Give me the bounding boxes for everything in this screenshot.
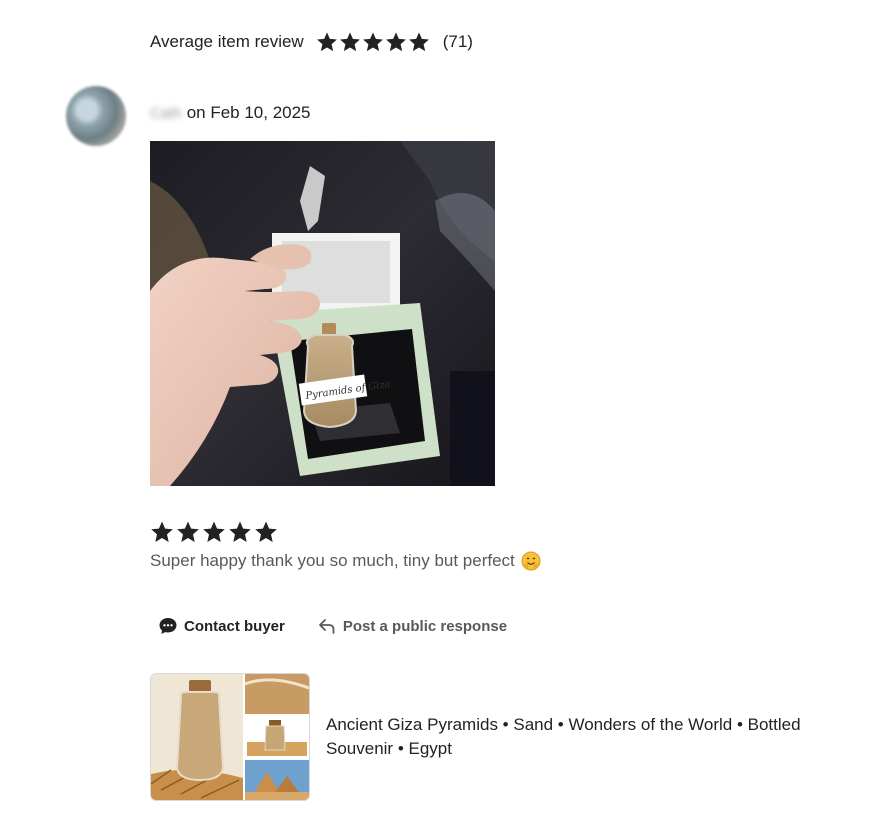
star-icon <box>316 31 338 53</box>
star-icon <box>339 31 361 53</box>
star-icon <box>150 520 174 544</box>
star-icon <box>385 31 407 53</box>
reviewed-item[interactable]: Ancient Giza Pyramids • Sand • Wonders o… <box>150 673 856 801</box>
reviewer-line: Cath on Feb 10, 2025 <box>150 100 311 126</box>
review-rating-stars <box>150 520 280 544</box>
review-body: Super happy thank you so much, tiny but … <box>150 551 515 570</box>
reviewer-name[interactable]: Cath <box>150 105 182 122</box>
contact-buyer-button[interactable]: Contact buyer <box>158 616 285 636</box>
review-date: on Feb 10, 2025 <box>186 103 311 122</box>
average-rating-stars <box>316 31 431 53</box>
post-public-response-button[interactable]: Post a public response <box>317 616 507 636</box>
chat-bubble-icon <box>158 616 178 636</box>
star-icon <box>202 520 226 544</box>
star-icon <box>254 520 278 544</box>
contact-buyer-label: Contact buyer <box>184 617 285 635</box>
reply-arrow-icon <box>317 616 337 636</box>
review-photo[interactable]: Pyramids of Giza <box>150 141 495 486</box>
star-icon <box>408 31 430 53</box>
avatar[interactable] <box>66 86 126 146</box>
star-icon <box>228 520 252 544</box>
star-icon <box>362 31 384 53</box>
post-public-response-label: Post a public response <box>342 617 508 635</box>
average-review-summary: Average item review (71) <box>150 28 473 56</box>
star-icon <box>176 520 200 544</box>
review-text: Super happy thank you so much, tiny but … <box>150 549 541 573</box>
item-thumbnail[interactable] <box>150 673 310 801</box>
review-count[interactable]: (71) <box>443 32 473 52</box>
average-review-label: Average item review <box>150 32 304 51</box>
item-title-link[interactable]: Ancient Giza Pyramids • Sand • Wonders o… <box>326 713 856 761</box>
hugging-face-emoji-icon <box>521 551 541 571</box>
review-actions: Contact buyer Post a public response <box>158 616 507 636</box>
